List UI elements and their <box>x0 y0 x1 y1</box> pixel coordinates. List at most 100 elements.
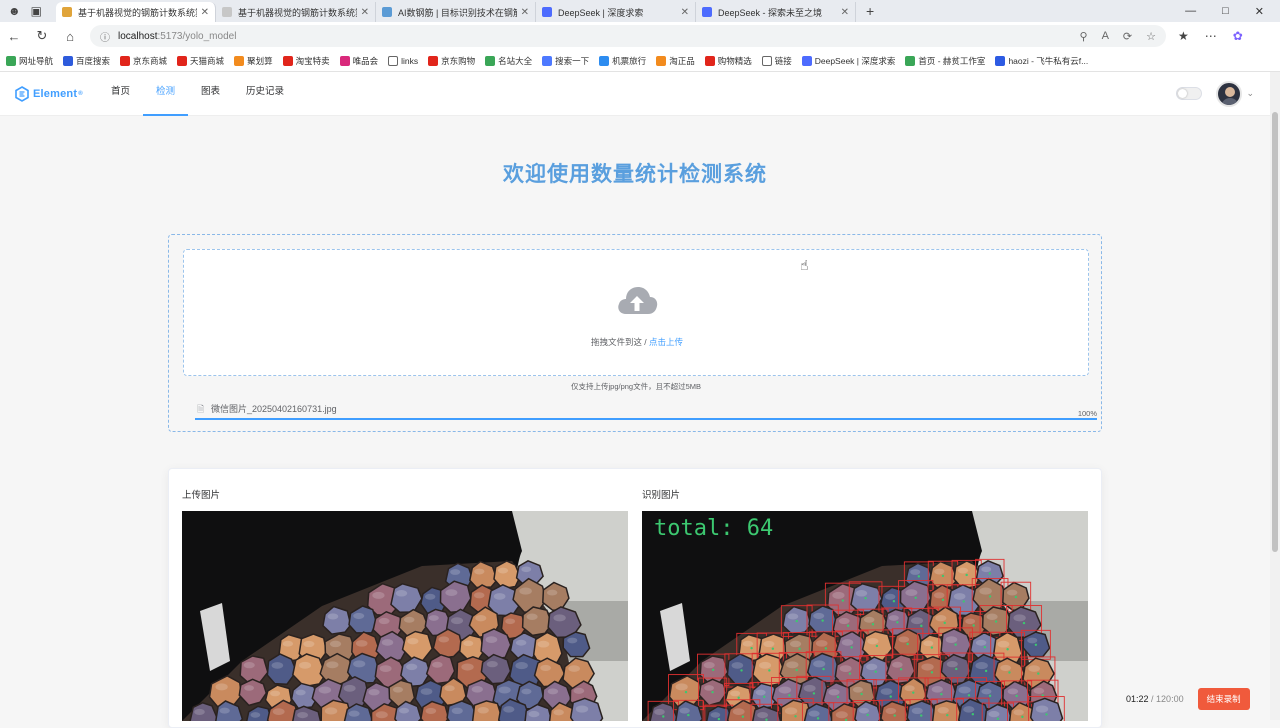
menu-item[interactable]: 图表 <box>188 72 233 116</box>
bookmark-icon <box>704 55 715 66</box>
reload-icon[interactable]: ↻ <box>28 28 56 44</box>
page-scrollbar[interactable] <box>1270 72 1280 720</box>
upload-progress-bar <box>195 418 1097 420</box>
minimize-icon[interactable]: — <box>1185 5 1196 18</box>
bookmark-item[interactable]: 天猫商城 <box>177 55 224 67</box>
upload-tip: 仅支持上传jpg/png文件，且不超过5MB <box>570 382 702 391</box>
tab-strip: 基于机器视觉的钢筋计数系统算...✕基于机器视觉的钢筋计数系统算...✕AI数钢… <box>56 0 856 22</box>
bookmark-item[interactable]: 淘宝特卖 <box>282 55 330 67</box>
screen-recorder: 01:22 / 120:00 结束录制 <box>1126 688 1250 710</box>
main-content: 欢迎使用数量统计检测系统 拖拽文件到这 / 点击上传 仅支持上传jpg/png文… <box>0 116 1270 728</box>
file-name: 微信图片_20250402160731.jpg <box>211 404 337 414</box>
bookmark-item[interactable]: 名站大全 <box>485 55 532 67</box>
bookmark-item[interactable]: 链接 <box>761 55 792 67</box>
browser-tab[interactable]: 基于机器视觉的钢筋计数系统算... ✕ <box>216 2 376 22</box>
tab-title: DeepSeek | 深度求索 <box>558 7 644 18</box>
bookmark-item[interactable]: 淘正品 <box>656 55 695 67</box>
close-tab-icon[interactable]: ✕ <box>521 7 529 18</box>
bookmark-icon <box>63 55 74 66</box>
bookmark-item[interactable]: 京东购物 <box>428 55 475 67</box>
extension-icon[interactable]: ⟳ <box>1123 30 1132 43</box>
bookmark-item[interactable]: haozi - 飞牛私有云f... <box>995 55 1088 67</box>
click-upload-link[interactable]: 点击上传 <box>649 337 683 347</box>
theme-toggle[interactable] <box>1176 87 1203 100</box>
avatar[interactable] <box>1216 80 1243 107</box>
scrollbar-thumb[interactable] <box>1272 112 1278 552</box>
bookmark-label: 京东购物 <box>441 55 476 66</box>
profile-icon[interactable]: ☻ <box>8 4 21 18</box>
document-icon: 🗎 <box>197 404 205 414</box>
app-header: Element ® 首页 检测 图表 历史记录 ⌄ <box>0 72 1270 116</box>
bookmark-item[interactable]: 搜索一下 <box>542 55 589 67</box>
bookmark-item[interactable]: 京东商城 <box>120 55 167 67</box>
recording-total: 120:00 <box>1156 694 1184 704</box>
bookmark-label: 淘宝特卖 <box>295 55 330 66</box>
bookmark-item[interactable]: 机票旅行 <box>599 55 646 67</box>
close-tab-icon[interactable]: ✕ <box>201 7 209 18</box>
rebar-end <box>458 634 485 661</box>
read-aloud-icon[interactable]: A <box>1102 30 1109 43</box>
bookmark-label: 网址导航 <box>19 55 54 66</box>
logo[interactable]: Element ® <box>14 85 94 102</box>
favorites-icon[interactable]: ★ <box>1178 29 1189 43</box>
rebar-end <box>521 606 553 637</box>
bookmark-label: 聚划算 <box>247 55 273 66</box>
upload-progress-label: 100% <box>1077 409 1097 418</box>
home-icon[interactable]: ⌂ <box>56 29 84 44</box>
bookmark-label: 机票旅行 <box>612 55 647 66</box>
bookmark-icon <box>6 55 16 66</box>
browser-tab[interactable]: DeepSeek | 深度求索 ✕ <box>536 2 696 22</box>
recording-separator: / <box>1148 694 1157 704</box>
recording-elapsed: 01:22 <box>1126 694 1149 704</box>
detect-image-label: 识别图片 <box>642 490 681 501</box>
copilot-icon[interactable]: ✿ <box>1233 29 1243 43</box>
bookmark-item[interactable]: links <box>388 55 418 66</box>
bookmark-item[interactable]: 购物精选 <box>704 55 752 67</box>
site-info-icon[interactable]: ⓘ <box>100 29 110 44</box>
upload-dropzone[interactable]: 拖拽文件到这 / 点击上传 <box>183 249 1089 376</box>
upload-image-label: 上传图片 <box>182 490 221 501</box>
favorite-star-icon[interactable]: ☆ <box>1146 30 1156 43</box>
menu-item[interactable]: 检测 <box>143 72 189 116</box>
tab-favicon-icon <box>382 7 392 17</box>
bookmark-label: 名站大全 <box>498 55 533 66</box>
detected-image: total: 64 <box>642 511 1088 721</box>
bookmark-item[interactable]: 首页 - 赫贫工作室 <box>905 55 985 67</box>
bookmark-label: 搜索一下 <box>555 55 590 66</box>
close-tab-icon[interactable]: ✕ <box>841 7 849 18</box>
bookmark-icon <box>599 55 610 66</box>
menu-item[interactable]: 首页 <box>98 72 143 116</box>
element-logo-icon <box>15 85 29 102</box>
bookmark-item[interactable]: DeepSeek | 深度求索 <box>801 55 895 67</box>
url-field[interactable]: ⓘ localhost :5173/yolo_model ⚲ A ⟳ ☆ <box>90 25 1166 47</box>
drop-text: 拖拽文件到这 / <box>590 337 650 347</box>
bookmark-item[interactable]: 网址导航 <box>6 55 53 67</box>
bookmark-icon <box>995 55 1006 66</box>
rebar-photo <box>182 511 628 721</box>
browser-tab[interactable]: AI数钢筋 | 目标识别技术在钢筋... ✕ <box>376 2 536 22</box>
close-window-icon[interactable]: ✕ <box>1255 5 1264 18</box>
more-icon[interactable]: ⋯ <box>1205 29 1217 43</box>
tab-actions-icon[interactable]: ▣ <box>31 4 42 18</box>
close-tab-icon[interactable]: ✕ <box>361 7 369 18</box>
uploaded-file-item[interactable]: 🗎 微信图片_20250402160731.jpg 100% <box>195 399 1097 420</box>
bookmark-label: 京东商城 <box>133 55 168 66</box>
stop-recording-button[interactable]: 结束录制 <box>1197 688 1250 710</box>
bookmark-item[interactable]: 百度搜索 <box>63 55 110 67</box>
back-icon[interactable]: ← <box>0 29 28 44</box>
maximize-icon[interactable]: □ <box>1222 5 1229 18</box>
tab-title: 基于机器视觉的钢筋计数系统算... <box>78 7 197 18</box>
browser-tab[interactable]: DeepSeek - 探索未至之境 ✕ <box>696 2 856 22</box>
tab-favicon-icon <box>542 7 552 17</box>
menu-item[interactable]: 历史记录 <box>233 72 297 116</box>
bookmark-icon <box>234 55 245 66</box>
bookmark-item[interactable]: 聚划算 <box>234 55 273 67</box>
browser-tab[interactable]: 基于机器视觉的钢筋计数系统算... ✕ <box>56 2 216 22</box>
new-tab-button[interactable]: + <box>866 3 874 19</box>
chevron-down-icon[interactable]: ⌄ <box>1246 88 1254 99</box>
key-icon[interactable]: ⚲ <box>1080 30 1088 43</box>
bookmark-item[interactable]: 唯品会 <box>339 55 378 67</box>
bookmark-label: 百度搜索 <box>76 55 111 66</box>
url-host: localhost <box>118 30 158 42</box>
close-tab-icon[interactable]: ✕ <box>681 7 689 18</box>
